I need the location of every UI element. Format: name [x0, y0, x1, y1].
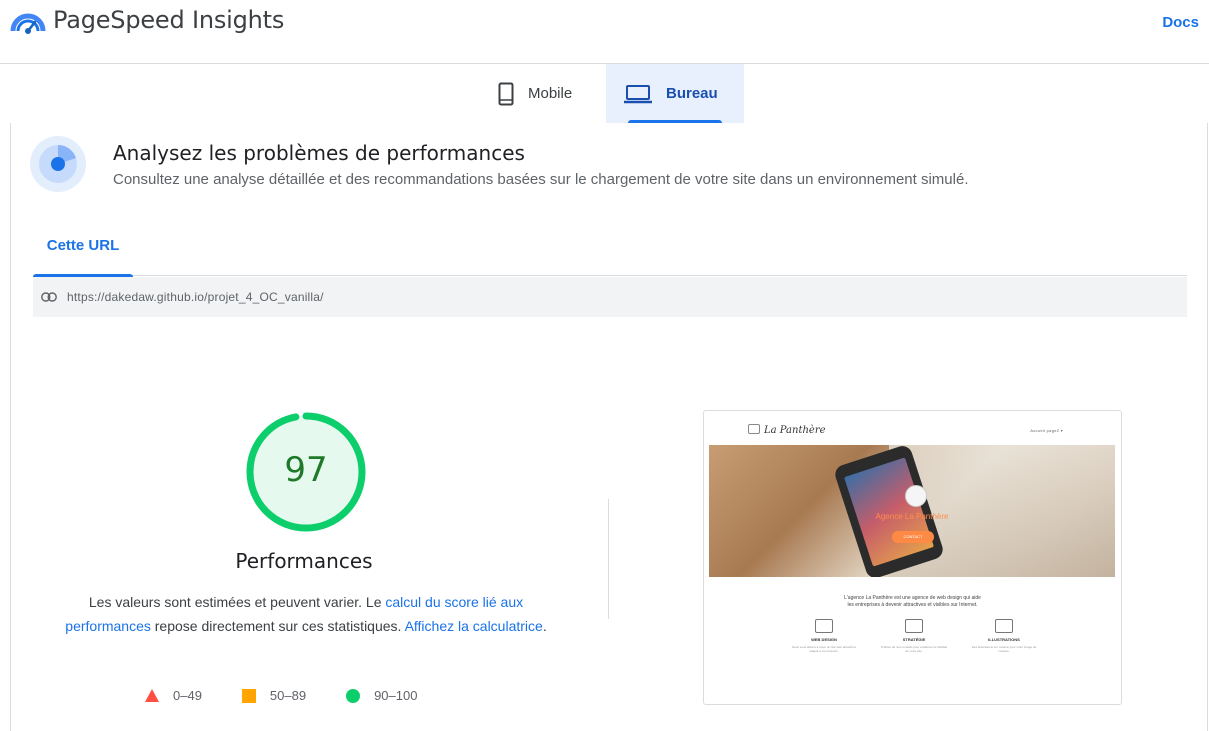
- tab-mobile[interactable]: Mobile: [480, 64, 606, 123]
- note-text-2: repose directement sur ces statistiques.: [150, 618, 405, 634]
- url-tabbar: Cette URL: [33, 223, 1187, 277]
- thumb-brand: La Panthère: [764, 425, 826, 436]
- score-value: 97: [284, 450, 328, 490]
- docs-link[interactable]: Docs: [1162, 14, 1199, 31]
- page-screenshot: La Panthère Accueil page2 ▾ Agence La Pa…: [703, 410, 1122, 705]
- app-title: PageSpeed Insights: [53, 6, 285, 34]
- analysis-description: Consultez une analyse détaillée et des r…: [113, 171, 969, 188]
- thumb-contact-button: CONTACT: [892, 531, 934, 543]
- triangle-icon: [145, 689, 159, 702]
- tab-cette-url[interactable]: Cette URL: [33, 223, 133, 277]
- panther-logo-icon: [748, 424, 760, 434]
- score-legend: 0–49 50–89 90–100: [145, 688, 457, 703]
- vertical-divider: [608, 499, 609, 619]
- legend-item-pass: 90–100: [346, 688, 417, 703]
- thumb-service-text: Profitez de nos conseils pour améliorer …: [880, 645, 948, 653]
- thumb-intro-line-1: L'agence La Panthère est une agence de w…: [844, 595, 981, 601]
- legend-range-fail: 0–49: [173, 688, 202, 703]
- thumb-service-text: Des illustrations sur mesure pour votre …: [971, 645, 1037, 653]
- analyzed-url[interactable]: https://dakedaw.github.io/projet_4_OC_va…: [67, 290, 324, 304]
- legend-range-pass: 90–100: [374, 688, 418, 703]
- phone-icon: [498, 82, 514, 106]
- illustration-icon: [995, 619, 1013, 633]
- device-tabs: Mobile Bureau: [480, 64, 744, 123]
- top-header: PageSpeed Insights Docs: [0, 0, 1209, 64]
- square-icon: [241, 688, 256, 703]
- note-text-1: Les valeurs sont estimées et peuvent var…: [88, 594, 386, 610]
- thumb-intro: L'agence La Panthère est une agence de w…: [704, 595, 1121, 609]
- calculator-link[interactable]: Affichez la calculatrice: [405, 618, 543, 634]
- radar-icon: [30, 136, 86, 192]
- link-icon: [41, 292, 57, 302]
- thumb-hero: Agence La Panthère CONTACT: [709, 445, 1115, 577]
- legend-item-fail: 0–49: [145, 688, 202, 703]
- thumb-intro-line-2: les entreprises à devenir attractives et…: [847, 602, 978, 608]
- analysis-title: Analysez les problèmes de performances: [113, 141, 525, 165]
- thumb-hero-title: Agence La Panthère: [875, 512, 949, 521]
- pagespeed-logo-icon: [10, 13, 46, 34]
- thumb-service-text: Nous vous aidons à créer un site web att…: [791, 645, 857, 653]
- thumb-navbar: La Panthère Accueil page2 ▾: [704, 411, 1121, 445]
- tab-mobile-label: Mobile: [528, 85, 573, 102]
- thumb-service: STRATÉGIE Profitez de nos conseils pour …: [879, 619, 949, 653]
- thumb-nav-links: Accueil page2 ▾: [1030, 428, 1063, 433]
- strategy-icon: [905, 619, 923, 633]
- thumb-services: WEB DESIGN Nous vous aidons à créer un s…: [789, 619, 1039, 653]
- circle-icon: [346, 688, 361, 703]
- web-design-icon: [815, 619, 833, 633]
- panther-avatar-icon: [905, 485, 927, 507]
- legend-range-average: 50–89: [269, 688, 307, 703]
- note-text-3: .: [542, 618, 547, 634]
- tab-bureau-label: Bureau: [666, 85, 718, 102]
- thumb-service-title: STRATÉGIE: [902, 637, 926, 642]
- score-label: Performances: [235, 549, 373, 573]
- legend-item-average: 50–89: [241, 688, 307, 703]
- thumb-service-title: ILLUSTRATIONS: [988, 637, 1020, 642]
- thumb-service: ILLUSTRATIONS Des illustrations sur mesu…: [969, 619, 1039, 653]
- score-note: Les valeurs sont estimées et peuvent var…: [51, 590, 561, 638]
- tab-bureau[interactable]: Bureau: [606, 64, 744, 123]
- report-panel: Analysez les problèmes de performances C…: [10, 123, 1208, 731]
- thumb-service: WEB DESIGN Nous vous aidons à créer un s…: [789, 619, 859, 653]
- laptop-icon: [624, 84, 652, 104]
- url-bar: https://dakedaw.github.io/projet_4_OC_va…: [33, 277, 1187, 317]
- thumb-service-title: WEB DESIGN: [811, 637, 837, 642]
